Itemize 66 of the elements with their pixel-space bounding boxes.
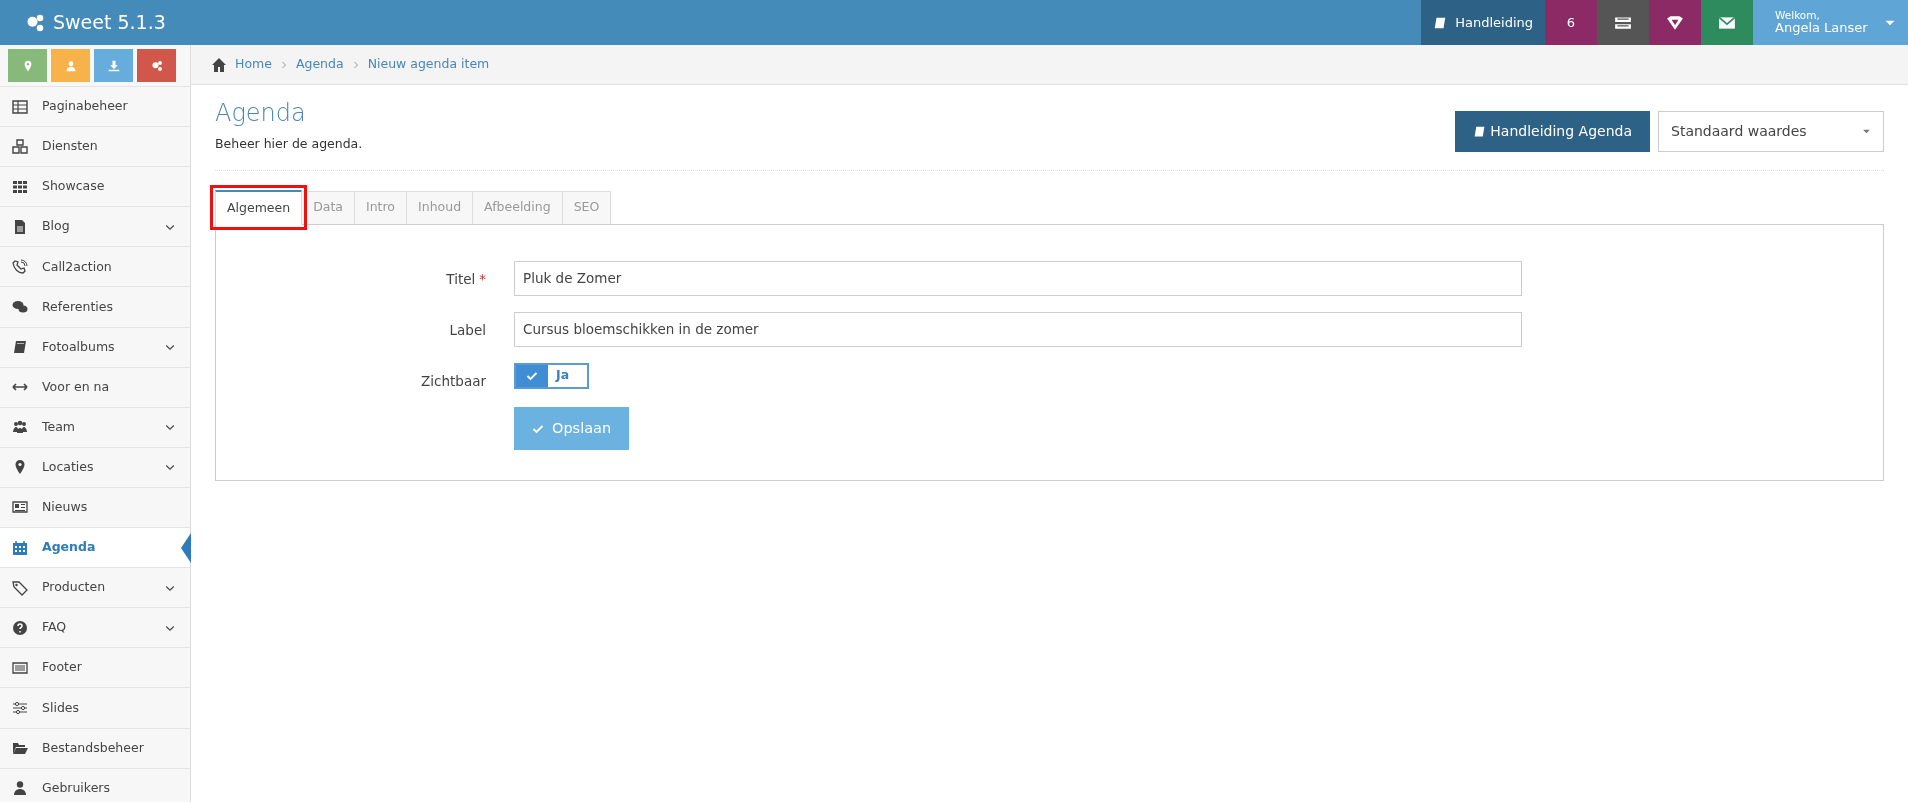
sidebar-item[interactable]: Diensten — [0, 127, 190, 168]
chat-bubbles-icon — [12, 299, 28, 315]
diamond-icon — [1666, 13, 1684, 32]
tags-icon — [12, 579, 28, 596]
quick-action-button[interactable] — [137, 49, 176, 82]
toolbar-button[interactable] — [1649, 0, 1701, 45]
page-title: Agenda — [215, 98, 307, 129]
required-asterisk: * — [479, 270, 486, 287]
sliders-icon — [12, 699, 28, 716]
sidebar-item[interactable]: Bestandsbeheer — [0, 728, 190, 769]
book-icon — [1473, 125, 1487, 138]
table-icon — [12, 98, 28, 115]
sidebar-item[interactable]: Locaties — [0, 447, 190, 488]
user-icon — [64, 59, 77, 72]
user-name: Angela Lanser — [1775, 21, 1868, 36]
chevron-right-icon — [279, 60, 288, 69]
preset-select[interactable]: Standaard waardes — [1658, 111, 1884, 152]
sidebar-item[interactable]: Call2action — [0, 247, 190, 288]
toolbar-button[interactable] — [1701, 0, 1753, 45]
breadcrumb-link[interactable]: Agenda — [295, 55, 344, 74]
sidebar-item[interactable]: Blog — [0, 207, 190, 248]
sidebar-item[interactable]: Showcase — [0, 167, 190, 208]
book-icon — [1433, 15, 1448, 30]
app-title: Sweet 5.1.3 — [53, 10, 166, 36]
toolbar-button[interactable] — [1597, 0, 1649, 45]
sidebar-item[interactable]: Slides — [0, 688, 190, 729]
sidebar-item[interactable]: Voor en na — [0, 367, 190, 408]
grid-icon — [12, 178, 28, 195]
chevron-right-icon — [351, 60, 360, 69]
people-icon — [12, 419, 28, 436]
sidebar-item[interactable]: Team — [0, 407, 190, 448]
phone-icon — [12, 258, 28, 275]
breadcrumb-link[interactable]: Nieuw agenda item — [367, 55, 490, 74]
breadcrumb-link[interactable]: Home — [235, 55, 272, 74]
manual-button[interactable]: Handleiding Agenda — [1455, 111, 1650, 152]
cubes-icon — [12, 138, 28, 155]
caret-down-icon — [1862, 127, 1871, 136]
book-icon — [12, 339, 28, 356]
newspaper-icon — [12, 499, 28, 516]
home-icon — [211, 56, 227, 73]
folder-icon — [12, 740, 28, 757]
quick-action-button[interactable] — [94, 49, 133, 82]
user-icon — [12, 780, 28, 797]
notification-count[interactable]: 6 — [1545, 0, 1597, 45]
sidebar-item[interactable]: FAQ — [0, 608, 190, 649]
input-field[interactable]: Pluk de Zomer — [514, 260, 1522, 296]
sidebar-item[interactable]: Footer — [0, 648, 190, 689]
sidebar-item[interactable]: Agenda — [0, 528, 190, 569]
user-greeting: Welkom, — [1775, 9, 1821, 22]
page-subtitle: Beheer hier de agenda. — [215, 135, 363, 153]
sidebar-item[interactable]: Fotoalbums — [0, 327, 190, 368]
field-label: Label — [449, 321, 486, 338]
sidebar-item[interactable]: Referenties — [0, 287, 190, 328]
quick-action-button[interactable] — [8, 49, 47, 82]
sidebar-item[interactable]: Gebruikers — [0, 768, 190, 802]
download-icon — [107, 59, 120, 72]
field-label: Zichtbaar — [421, 372, 486, 389]
question-icon — [12, 619, 28, 636]
calendar-icon — [12, 539, 28, 556]
field-label: Titel — [446, 270, 476, 287]
document-icon — [12, 218, 28, 235]
sidebar-item[interactable]: Producten — [0, 568, 190, 609]
manual-link[interactable]: Handleiding — [1421, 0, 1545, 45]
toggle-switch[interactable]: Ja — [514, 362, 589, 389]
input-field[interactable]: Cursus bloemschikken in de zomer — [514, 311, 1522, 347]
sidebar-item[interactable]: Paginabeheer — [0, 87, 190, 128]
